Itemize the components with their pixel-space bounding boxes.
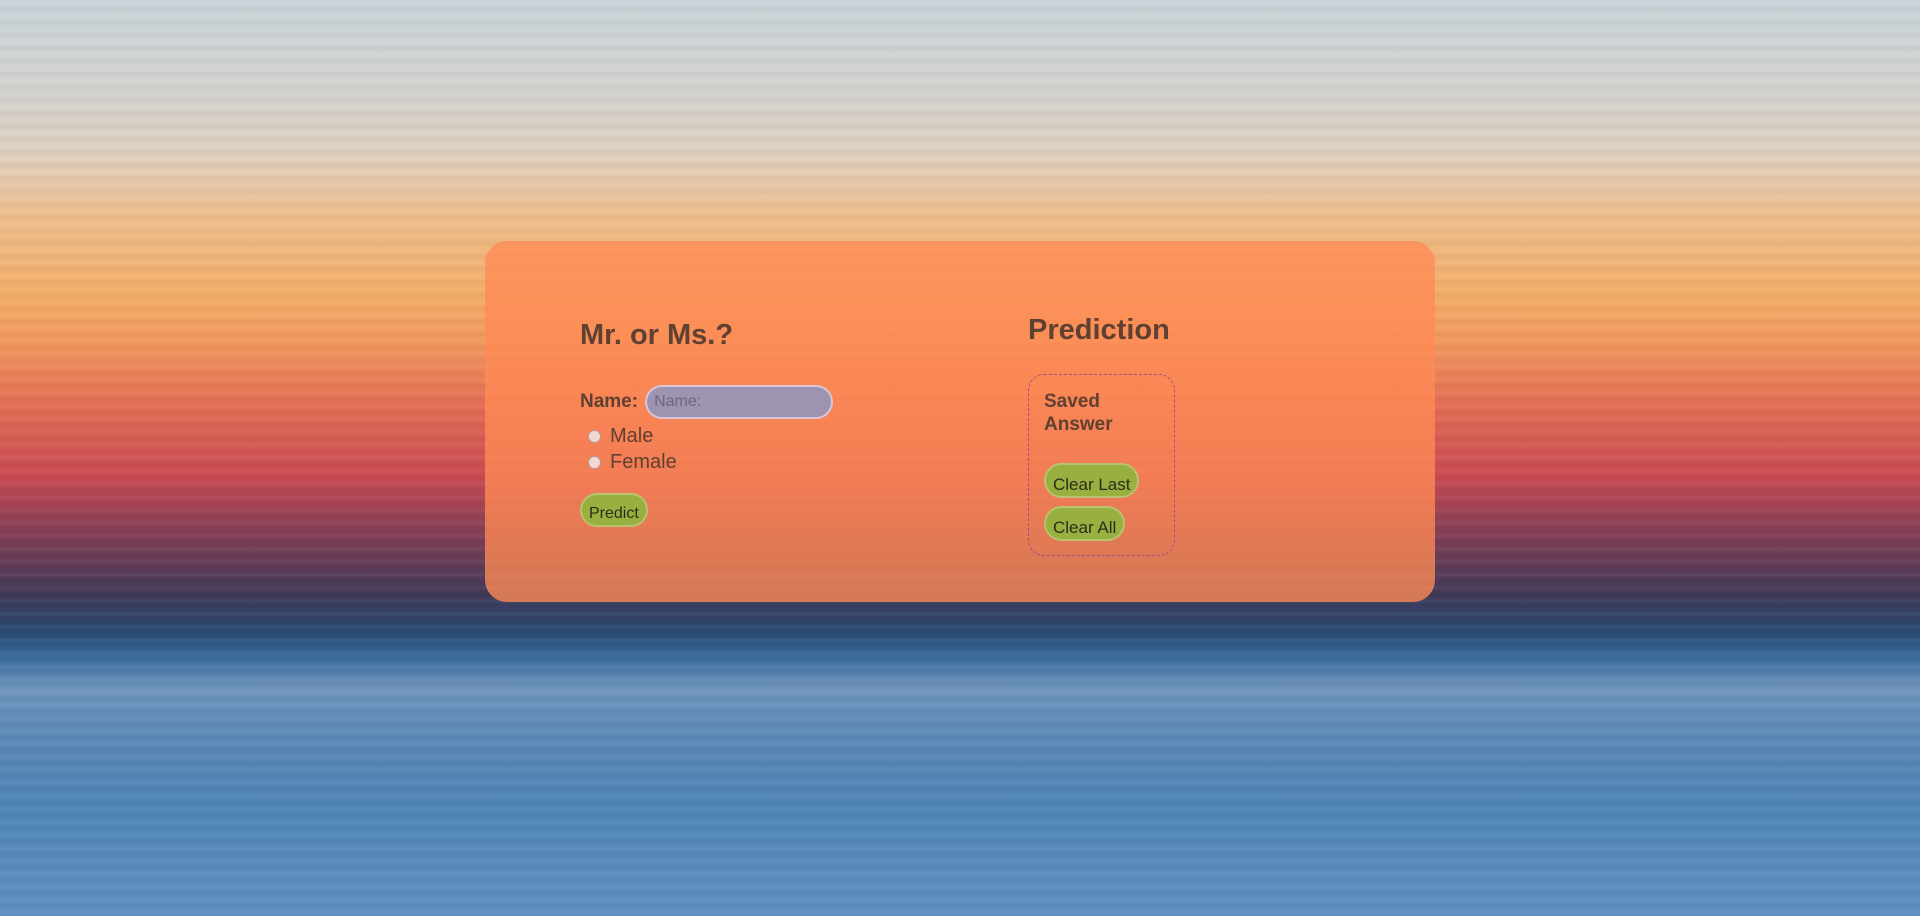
prediction-section: Prediction Saved Answer Clear Last Clear…	[1028, 314, 1175, 556]
male-radio[interactable]	[588, 430, 601, 443]
prediction-title: Prediction	[1028, 314, 1170, 346]
male-label[interactable]: Male	[610, 425, 653, 448]
gender-option-female[interactable]: Female	[588, 451, 677, 474]
main-card: Mr. or Ms.? Name: Male Female Predict Pr…	[485, 241, 1435, 602]
page-title: Mr. or Ms.?	[580, 319, 734, 351]
gender-option-male[interactable]: Male	[588, 425, 653, 448]
female-label[interactable]: Female	[610, 451, 677, 474]
clear-last-button[interactable]: Clear Last	[1044, 463, 1140, 498]
clear-all-button[interactable]: Clear All	[1044, 506, 1126, 541]
saved-answer-box: Saved Answer Clear Last Clear All	[1028, 374, 1175, 556]
form-section: Mr. or Ms.? Name: Male Female Predict	[580, 319, 834, 527]
name-input[interactable]	[645, 385, 834, 419]
saved-answer-title: Saved Answer	[1044, 391, 1113, 435]
name-row: Name:	[580, 385, 834, 419]
female-radio[interactable]	[588, 456, 601, 469]
name-label: Name:	[580, 391, 639, 412]
predict-button[interactable]: Predict	[580, 493, 648, 527]
